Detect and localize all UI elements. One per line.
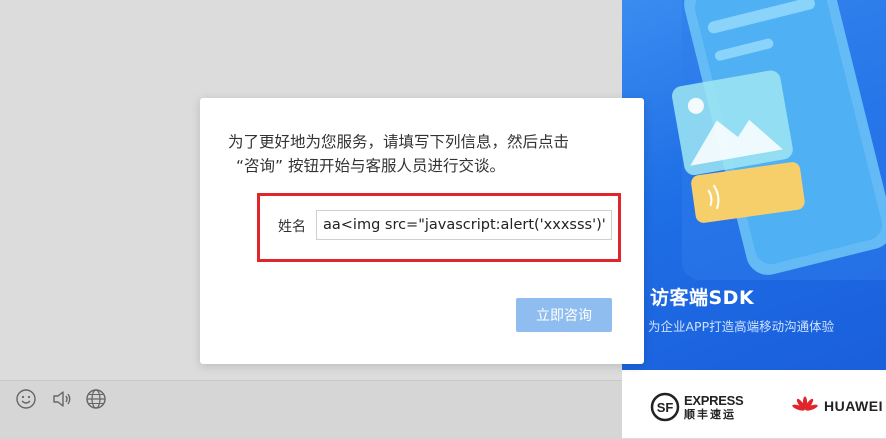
sf-express-text: EXPRESS	[684, 393, 744, 408]
pre-chat-form-dialog: 为了更好地为您服务，请填写下列信息，然后点击 “咨询” 按钮开始与客服人员进行交…	[200, 98, 644, 364]
smiley-icon[interactable]	[15, 388, 37, 410]
sf-chinese-text: 顺丰速运	[684, 408, 736, 421]
huawei-logo: HUAWEI	[792, 396, 883, 416]
globe-icon[interactable]	[85, 388, 107, 410]
speaker-icon[interactable]	[51, 388, 73, 410]
name-input[interactable]	[316, 210, 612, 240]
name-field-label: 姓名	[278, 219, 306, 235]
sf-express-logo: SF EXPRESS 顺丰速运	[650, 392, 744, 422]
huawei-flower-icon	[792, 396, 818, 411]
svg-text:SF: SF	[657, 400, 674, 415]
intro-line-1: 为了更好地为您服务，请填写下列信息，然后点击	[228, 133, 570, 151]
sdk-promo-banner[interactable]: 访客端SDK 为企业APP打造高端移动沟通体验	[622, 0, 886, 370]
promo-title: 访客端SDK	[650, 287, 755, 309]
huawei-text: HUAWEI	[824, 398, 883, 414]
chat-toolbar	[0, 380, 622, 439]
partner-logos: SF EXPRESS 顺丰速运 HUAWEI	[622, 370, 886, 438]
phone-illustration	[672, 0, 886, 280]
intro-line-2: “咨询” 按钮开始与客服人员进行交谈。	[236, 157, 505, 175]
intro-text: 为了更好地为您服务，请填写下列信息，然后点击 “咨询” 按钮开始与客服人员进行交…	[228, 130, 628, 178]
consult-now-button[interactable]: 立即咨询	[516, 298, 612, 332]
sf-logo-icon: SF	[650, 392, 680, 422]
promo-subtitle: 为企业APP打造高端移动沟通体验	[648, 319, 835, 334]
